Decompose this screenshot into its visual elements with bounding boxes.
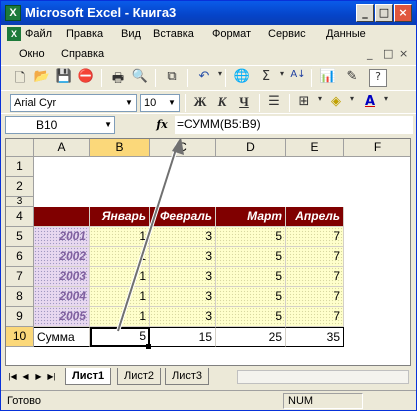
menu-tools[interactable]: Сервис [268, 28, 306, 40]
minimize-button[interactable]: _ [356, 4, 374, 22]
chevron-down-icon[interactable]: ▼ [104, 117, 112, 133]
save-icon[interactable]: 💾 [55, 69, 73, 87]
workbook-icon[interactable]: X [7, 27, 21, 41]
menu-view[interactable]: Вид [121, 28, 141, 40]
toolbar-separator [101, 69, 102, 87]
menu-bar-row2: Окно Справка _ □ × [1, 45, 416, 65]
close-button[interactable]: × [394, 4, 412, 22]
toolbar-separator [225, 69, 226, 87]
toolbar-separator [289, 94, 290, 112]
fill-color-dropdown-icon[interactable]: ▾ [343, 94, 361, 112]
title-bar[interactable]: X Microsoft Excel - Книга3 _ □ × [1, 1, 416, 25]
font-size-value: 10 [144, 97, 157, 109]
status-text: Готово [7, 395, 41, 407]
menu-file[interactable]: Файл [25, 28, 52, 40]
first-sheet-icon[interactable]: |◀ [7, 371, 18, 383]
menu-bar: X Файл Правка Вид Вставка Формат Сервис … [1, 25, 416, 45]
excel-app-icon[interactable]: X [5, 5, 21, 21]
worksheet-grid[interactable]: A B C D E F 1 2 3 4 5 6 7 8 9 10 Январь … [5, 138, 411, 366]
toolbar-separator [155, 69, 156, 87]
doc-close-button[interactable]: × [399, 47, 408, 60]
maximize-button[interactable]: □ [375, 4, 393, 22]
font-name-combo[interactable]: Arial Cyr ▼ [10, 94, 137, 112]
font-size-combo[interactable]: 10 ▼ [140, 94, 180, 112]
status-bar: Готово NUM [1, 390, 416, 410]
sheet-tabs-bar: |◀ ◀ ▶ ▶| Лист1 Лист2 Лист3 [5, 368, 411, 386]
open-icon[interactable]: 📂 [33, 69, 51, 87]
chevron-down-icon[interactable]: ▼ [123, 96, 135, 110]
copy-icon[interactable]: ⧉ [163, 69, 181, 87]
print-preview-icon[interactable]: 🔍 [131, 69, 149, 87]
num-lock-indicator: NUM [283, 393, 363, 409]
sheet-tab-3[interactable]: Лист3 [165, 368, 210, 385]
menu-data[interactable]: Данные [326, 28, 366, 40]
undo-dropdown-icon[interactable]: ▾ [211, 69, 229, 87]
menu-window[interactable]: Окно [19, 48, 45, 60]
doc-restore-button[interactable]: □ [383, 47, 393, 60]
align-justify-icon[interactable]: ☰ [265, 94, 283, 112]
italic-button[interactable]: К [213, 94, 231, 112]
print-icon[interactable]: 🖶 [109, 69, 127, 87]
menu-edit[interactable]: Правка [66, 28, 103, 40]
formula-bar: B10 ▼ fx =СУММ(B5:B9) [1, 113, 416, 135]
permission-icon[interactable]: ⛔ [77, 69, 95, 87]
menu-help[interactable]: Справка [61, 48, 104, 60]
sheet-tab-2[interactable]: Лист2 [117, 368, 162, 385]
font-color-dropdown-icon[interactable]: ▾ [377, 94, 395, 112]
excel-window: X Microsoft Excel - Книга3 _ □ × X Файл … [0, 0, 417, 411]
toolbar-separator [259, 94, 260, 112]
standard-toolbar: 🗋 📂 💾 ⛔ 🖶 🔍 ⧉ ↶ ▾ 🌐 Σ ▾ A↓ 📊 ✎ ? [1, 65, 416, 90]
chart-wizard-icon[interactable]: 📊 [319, 69, 337, 87]
formatting-toolbar: Arial Cyr ▼ 10 ▼ Ж К Ч ☰ ⊞ ▾ ◈ ▾ A ▾ [1, 90, 416, 115]
name-box[interactable]: B10 ▼ [5, 116, 115, 134]
drawing-icon[interactable]: ✎ [343, 69, 361, 87]
insert-function-icon[interactable]: fx [153, 116, 171, 134]
sheet-tab-1[interactable]: Лист1 [65, 368, 112, 385]
formula-input[interactable]: =СУММ(B5:B9) [175, 116, 413, 134]
new-icon[interactable]: 🗋 [11, 69, 29, 87]
toolbar-separator [187, 69, 188, 87]
sort-asc-icon[interactable]: A↓ [289, 69, 307, 87]
horizontal-scrollbar[interactable] [237, 370, 409, 384]
underline-button[interactable]: Ч [235, 94, 253, 112]
name-box-value: B10 [36, 118, 58, 132]
doc-minimize-button[interactable]: _ [367, 47, 373, 60]
font-name-value: Arial Cyr [14, 97, 57, 109]
help-icon[interactable]: ? [369, 69, 387, 87]
toolbar-separator [311, 69, 312, 87]
last-sheet-icon[interactable]: ▶| [46, 371, 57, 383]
callout-arrow [116, 139, 184, 332]
hyperlink-icon[interactable]: 🌐 [233, 69, 251, 87]
prev-sheet-icon[interactable]: ◀ [20, 371, 31, 383]
toolbar-separator [185, 94, 186, 112]
menu-format[interactable]: Формат [212, 28, 251, 40]
menu-insert[interactable]: Вставка [153, 28, 194, 40]
bold-button[interactable]: Ж [191, 94, 209, 112]
next-sheet-icon[interactable]: ▶ [33, 371, 44, 383]
window-title: Microsoft Excel - Книга3 [25, 5, 177, 20]
chevron-down-icon[interactable]: ▼ [166, 96, 178, 110]
